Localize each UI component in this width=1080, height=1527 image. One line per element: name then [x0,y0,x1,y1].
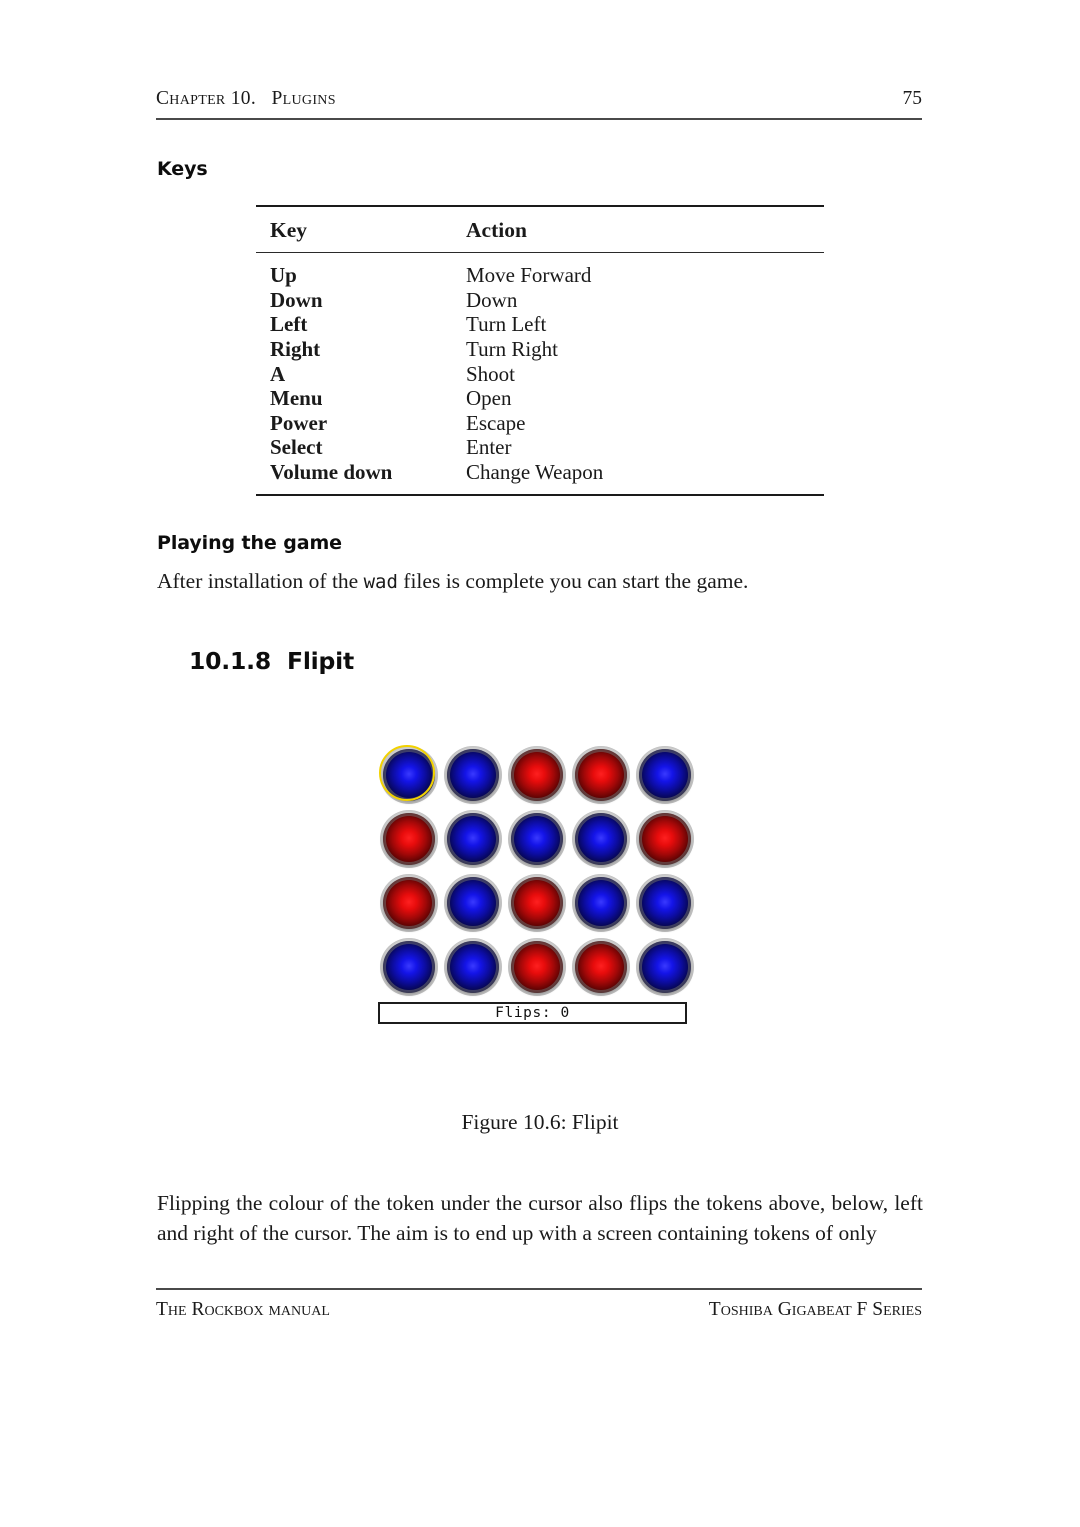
table-row: Left Turn Left [256,312,824,337]
flipit-section-heading: 10.1.8 Flipit [157,619,354,703]
token-blue-icon [639,941,691,993]
token-blue-icon [383,941,435,993]
action-cell: Enter [466,435,512,460]
flipit-token-cell[interactable] [634,808,698,872]
flips-counter-text: Flips: 0 [495,1004,570,1021]
key-cell: Select [270,435,323,460]
wad-code-term: wad [363,571,398,593]
token-blue-icon [447,877,499,929]
flipit-token-cell[interactable] [506,744,570,808]
keys-table-grid: Key Action [256,218,824,243]
keys-table: Key Action Up Move Forward Down Down Lef… [256,205,824,497]
token-red-icon [575,941,627,993]
action-cell: Turn Left [466,312,547,337]
playing-the-game-paragraph: After installation of the wad files is c… [157,566,923,597]
flipit-token-cell[interactable] [570,808,634,872]
flipit-token-cell[interactable] [634,872,698,936]
table-header-row: Key Action [256,218,824,243]
header-page-number: 75 [902,88,923,109]
action-cell: Down [466,287,518,312]
paragraph-text-after: files is complete you can start the game… [397,569,749,593]
keys-heading: Keys [157,158,208,180]
document-page: Chapter 10. Plugins 75 Keys Key Action U… [0,0,1080,1527]
table-row: Volume down Change Weapon [256,460,824,485]
action-cell: Move Forward [466,263,592,288]
column-header-key: Key [270,218,308,243]
flipit-status-bar: Flips: 0 [378,1002,687,1024]
footer-manual-title: The Rockbox manual [156,1299,330,1320]
flipit-token-cell[interactable] [378,936,442,1000]
action-cell: Shoot [466,361,516,386]
action-cell: Escape [466,410,526,435]
table-row: Up Move Forward [256,263,824,288]
action-cell: Change Weapon [466,460,604,485]
token-red-icon [383,877,435,929]
flipit-token-cell[interactable] [378,872,442,936]
flipit-token-cell[interactable] [506,936,570,1000]
header-chapter-label: Chapter 10. Plugins [156,88,336,109]
flipit-token-cell[interactable] [634,936,698,1000]
key-cell: A [270,361,286,386]
key-cell: Down [270,287,323,312]
table-row: Down Down [256,288,824,313]
flipit-token-cell[interactable] [506,808,570,872]
token-blue-icon [575,877,627,929]
flipit-token-cell[interactable] [570,872,634,936]
flipit-token-cell[interactable] [570,744,634,808]
action-cell: Open [466,386,512,411]
flipit-token-cell[interactable] [442,872,506,936]
header-rule [156,118,922,120]
key-cell: Volume down [270,460,393,485]
token-red-icon [511,877,563,929]
token-red-icon [383,813,435,865]
paragraph-text-before: After installation of the [157,569,364,593]
token-blue-icon [639,877,691,929]
key-cell: Right [270,337,321,362]
flipit-token-cell[interactable] [634,744,698,808]
token-blue-icon [511,813,563,865]
flipit-token-cell[interactable] [442,936,506,1000]
token-blue-icon [447,941,499,993]
column-header-action: Action [466,218,527,243]
flipit-token-grid [378,744,698,1000]
token-red-icon [511,749,563,801]
section-number-gap [271,647,287,675]
table-row: Select Enter [256,435,824,460]
section-title: Flipit [286,647,355,675]
footer-rule [156,1288,922,1290]
key-cell: Power [270,410,328,435]
running-header: Chapter 10. Plugins 75 [156,88,922,110]
table-row: Right Turn Right [256,337,824,362]
running-footer: The Rockbox manual Toshiba Gigabeat F Se… [156,1299,922,1321]
key-cell: Left [270,312,308,337]
flipit-token-cell[interactable] [442,744,506,808]
flipit-token-cell[interactable] [442,808,506,872]
key-cell: Up [270,263,297,288]
flipit-screenshot-figure: Flips: 0 [370,730,710,1030]
key-cell: Menu [270,386,323,411]
section-number: 10.1.8 [188,647,271,675]
token-red-icon [511,941,563,993]
table-row: A Shoot [256,362,824,387]
table-row: Power Escape [256,411,824,436]
flipit-body-paragraph: Flipping the colour of the token under t… [157,1191,923,1245]
token-blue-icon [447,749,499,801]
keys-table-body: Up Move Forward Down Down Left Turn Left… [256,263,824,484]
flipit-token-cell[interactable] [506,872,570,936]
table-row: Menu Open [256,386,824,411]
cursor-ring-icon [379,745,435,801]
token-blue-icon [575,813,627,865]
token-blue-icon [639,749,691,801]
flipit-token-cell[interactable] [570,936,634,1000]
token-red-icon [639,813,691,865]
playing-the-game-heading: Playing the game [157,532,342,554]
token-blue-icon [447,813,499,865]
flipit-token-cell[interactable] [378,744,442,808]
footer-device-name: Toshiba Gigabeat F Series [708,1299,922,1320]
flipit-token-cell[interactable] [378,808,442,872]
action-cell: Turn Right [466,337,559,362]
token-red-icon [575,749,627,801]
figure-caption: Figure 10.6: Flipit [461,1110,619,1134]
table-bottomrule [256,493,824,497]
